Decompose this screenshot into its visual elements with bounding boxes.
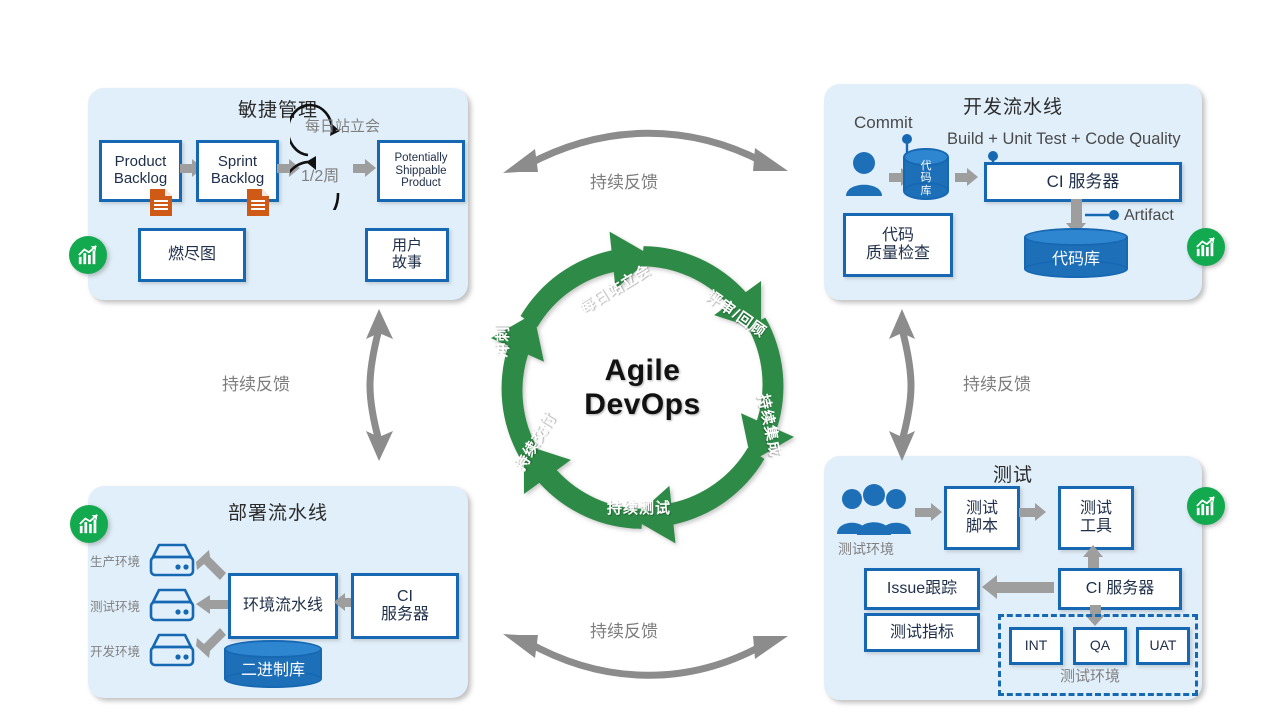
- ci-server-deploy-line2: 服务器: [380, 606, 429, 623]
- box-test-tool: 测试 工具: [1058, 486, 1134, 550]
- box-test-env-qa: QA: [1073, 627, 1127, 665]
- wheel-label-sprint: 冲刺: [494, 325, 512, 358]
- artifact-leader-line: [1085, 210, 1119, 220]
- sprint-backlog-line1: Sprint: [217, 153, 258, 171]
- label-env-prod: 生产环境: [90, 555, 141, 569]
- cylinder-binary-repo-label: 二进制库: [240, 662, 305, 679]
- sprint-backlog-line2: Backlog: [210, 170, 265, 187]
- metrics-badge-test: [1187, 487, 1225, 525]
- label-artifact: Artifact: [1124, 207, 1174, 224]
- developer-person-icon: [846, 152, 882, 196]
- product-backlog-line1: Product: [114, 153, 167, 171]
- chart-growth-icon: [1196, 496, 1215, 516]
- burndown-label: 燃尽图: [167, 246, 216, 264]
- label-test-environment-people: 测试环境: [838, 541, 894, 557]
- user-story-line1: 用户: [391, 237, 422, 255]
- box-ci-server-deploy: CI 服务器: [351, 573, 459, 639]
- test-tool-line1: 测试: [1079, 500, 1112, 518]
- cylinder-binary-repo: 二进制库: [224, 640, 322, 688]
- agile-devops-cycle-wheel: 每日站立会 评审/回顾 持续集成 持续测试 持续交付 冲刺 Agile DevO…: [470, 215, 815, 560]
- test-script-line2: 脚本: [965, 518, 998, 535]
- test-script-line1: 测试: [965, 500, 998, 518]
- label-test-env-group: 测试环境: [1060, 668, 1121, 685]
- document-icon-product-backlog: [150, 189, 172, 216]
- box-test-env-uat: UAT: [1136, 627, 1190, 665]
- test-env-int-label: INT: [1024, 637, 1048, 654]
- wheel-label-continuous-testing: 持续测试: [607, 500, 672, 517]
- environment-pipeline-label: 环境流水线: [242, 597, 323, 615]
- chart-growth-icon: [1196, 237, 1215, 257]
- label-commit: Commit: [854, 113, 913, 132]
- ci-server-test-label: CI 服务器: [1085, 580, 1155, 598]
- code-quality-line2: 质量检查: [865, 245, 930, 262]
- test-env-uat-label: UAT: [1149, 637, 1177, 654]
- box-code-quality-check: 代码 质量检查: [843, 213, 953, 277]
- label-feedback-top: 持续反馈: [590, 173, 658, 192]
- metrics-badge-agile: [69, 236, 107, 274]
- label-daily-standup-agile: 每日站立会: [305, 118, 381, 135]
- label-feedback-right: 持续反馈: [963, 375, 1031, 394]
- server-icon-test: [149, 588, 195, 622]
- diagram-canvas: 敏捷管理 Product Backlog Sprint Backlog 每日站立…: [0, 0, 1280, 720]
- box-environment-pipeline: 环境流水线: [228, 573, 338, 639]
- user-story-line2: 故事: [391, 254, 422, 271]
- issue-tracking-label: Issue跟踪: [886, 580, 958, 598]
- shippable-line3: Product: [401, 177, 441, 190]
- ci-server-deploy-line1: CI: [396, 588, 413, 606]
- label-iteration-length: 1/2周: [301, 168, 340, 185]
- document-icon-sprint-backlog: [247, 189, 269, 216]
- panel-agile-title: 敏捷管理: [237, 100, 318, 121]
- cylinder-source-repo: 代码库: [903, 148, 949, 200]
- label-env-test: 测试环境: [90, 600, 141, 614]
- cylinder-source-repo-label: 代码库: [920, 160, 932, 197]
- label-feedback-left: 持续反馈: [222, 375, 290, 394]
- connector-feedback-left: [366, 309, 393, 461]
- label-build-unit-test-code-quality: Build + Unit Test + Code Quality: [947, 130, 1181, 148]
- test-metrics-label: 测试指标: [889, 623, 954, 641]
- test-env-qa-label: QA: [1089, 637, 1111, 654]
- metrics-badge-dev: [1187, 228, 1225, 266]
- server-icon-dev: [149, 633, 195, 667]
- panel-deploy-title: 部署流水线: [227, 503, 328, 524]
- box-test-script: 测试 脚本: [944, 486, 1020, 550]
- box-test-metrics: 测试指标: [864, 613, 980, 652]
- box-user-story: 用户 故事: [365, 228, 449, 282]
- test-tool-line2: 工具: [1079, 518, 1112, 535]
- box-test-env-int: INT: [1009, 627, 1063, 665]
- code-quality-line1: 代码: [881, 227, 914, 245]
- testers-group-icon: [837, 484, 911, 535]
- box-ci-server-dev: CI 服务器: [984, 162, 1182, 202]
- ci-server-dev-label: CI 服务器: [1046, 172, 1120, 192]
- cylinder-artifact-repo-label: 代码库: [1051, 251, 1100, 268]
- product-backlog-line2: Backlog: [113, 170, 168, 187]
- chart-growth-icon: [79, 514, 98, 534]
- cylinder-artifact-repo: 代码库: [1024, 228, 1128, 278]
- server-icon-prod: [149, 543, 195, 577]
- chart-growth-icon: [78, 245, 97, 265]
- connector-feedback-right: [889, 309, 915, 461]
- box-burndown-chart: 燃尽图: [138, 228, 246, 282]
- shippable-line2: Shippable: [395, 164, 447, 177]
- metrics-badge-deploy: [70, 505, 108, 543]
- box-potentially-shippable-product: Potentially Shippable Product: [377, 140, 465, 202]
- box-ci-server-test: CI 服务器: [1058, 568, 1182, 610]
- box-issue-tracking: Issue跟踪: [864, 568, 980, 610]
- shippable-line1: Potentially: [394, 151, 448, 164]
- label-env-dev: 开发环境: [90, 645, 141, 659]
- label-feedback-bottom: 持续反馈: [590, 622, 658, 641]
